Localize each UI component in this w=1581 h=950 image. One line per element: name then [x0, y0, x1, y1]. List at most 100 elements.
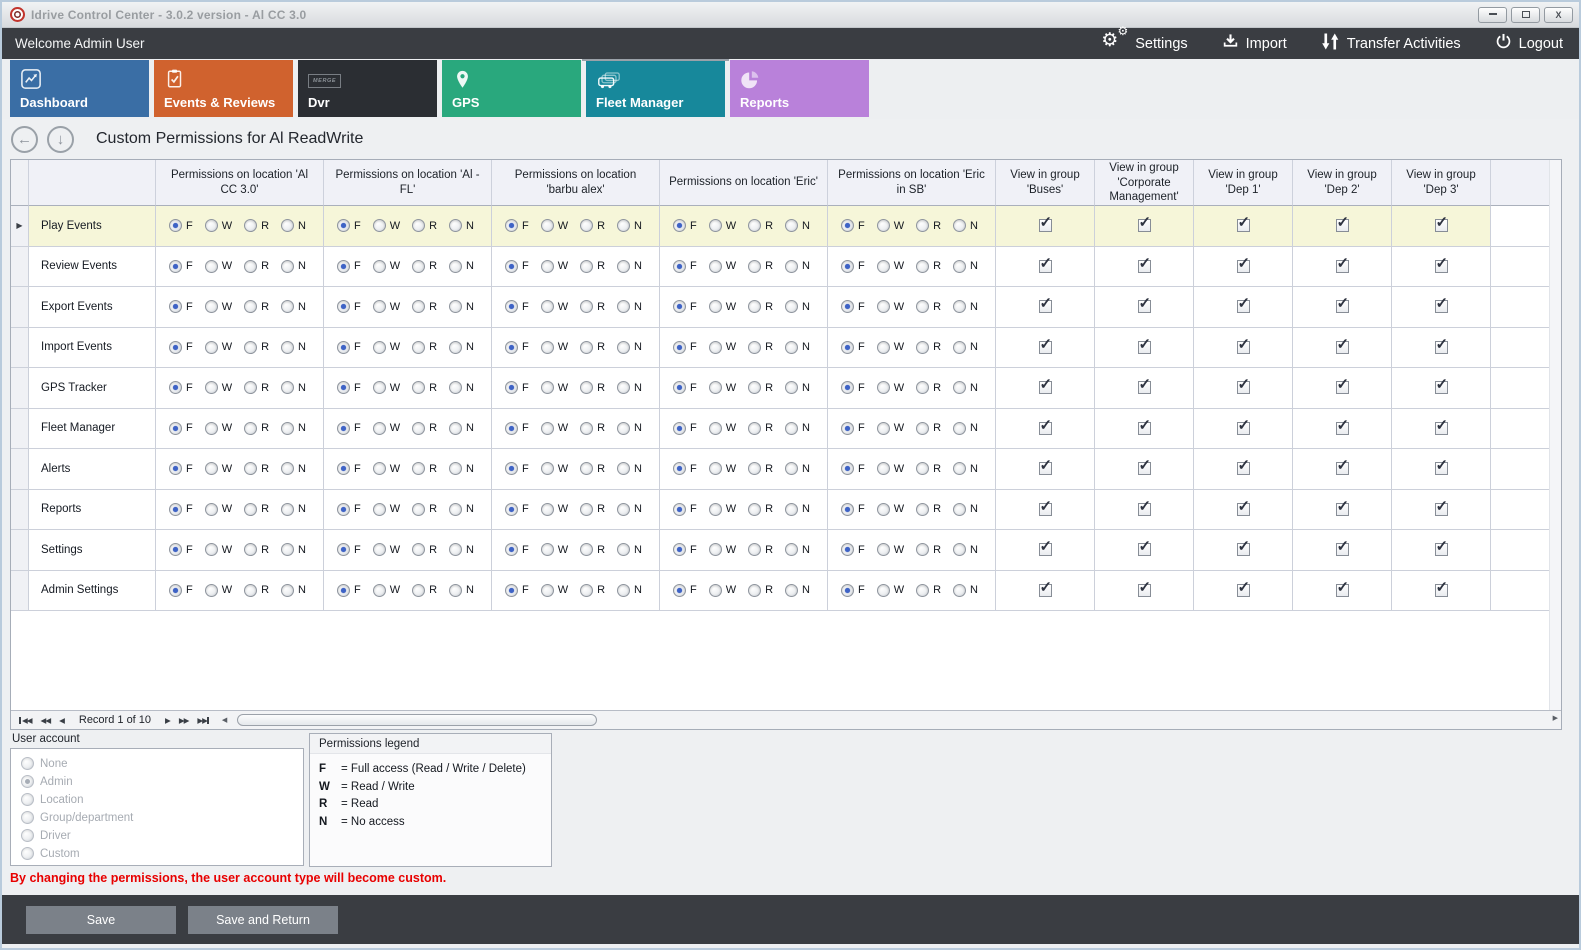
radio-w[interactable]: [373, 341, 386, 354]
radio-option-r[interactable]: R: [916, 422, 941, 435]
radio-option-r[interactable]: R: [748, 260, 773, 273]
checkbox-checked[interactable]: [1336, 300, 1349, 313]
radio-n[interactable]: [785, 422, 798, 435]
checkbox-checked[interactable]: [1237, 422, 1250, 435]
checkbox-checked[interactable]: [1039, 462, 1052, 475]
radio-option-w[interactable]: W: [373, 462, 400, 475]
checkbox-checked[interactable]: [1435, 219, 1448, 232]
radio-unselected[interactable]: [21, 757, 34, 770]
radio-option-r[interactable]: R: [580, 584, 605, 597]
radio-f-selected[interactable]: [169, 300, 182, 313]
radio-w[interactable]: [373, 381, 386, 394]
radio-option-w[interactable]: W: [709, 503, 736, 516]
radio-option-w[interactable]: W: [205, 543, 232, 556]
radio-f-selected[interactable]: [841, 381, 854, 394]
radio-n[interactable]: [785, 462, 798, 475]
checkbox-checked[interactable]: [1336, 462, 1349, 475]
radio-r[interactable]: [580, 422, 593, 435]
radio-option-n[interactable]: N: [785, 462, 810, 475]
radio-option-r[interactable]: R: [244, 584, 269, 597]
radio-n[interactable]: [449, 543, 462, 556]
table-row[interactable]: ReportsFWRNFWRNFWRNFWRNFWRN: [11, 490, 1561, 531]
radio-f-selected[interactable]: [505, 219, 518, 232]
radio-r[interactable]: [412, 584, 425, 597]
radio-f-selected[interactable]: [337, 219, 350, 232]
radio-f-selected[interactable]: [673, 260, 686, 273]
radio-w[interactable]: [877, 260, 890, 273]
radio-f-selected[interactable]: [337, 300, 350, 313]
radio-f-selected[interactable]: [337, 503, 350, 516]
radio-w[interactable]: [205, 260, 218, 273]
user-account-option-admin[interactable]: Admin: [21, 775, 303, 788]
checkbox-checked[interactable]: [1237, 219, 1250, 232]
radio-option-n[interactable]: N: [449, 543, 474, 556]
radio-option-w[interactable]: W: [205, 503, 232, 516]
checkbox-checked[interactable]: [1435, 300, 1448, 313]
radio-f-selected[interactable]: [841, 503, 854, 516]
radio-option-r[interactable]: R: [580, 341, 605, 354]
radio-option-w[interactable]: W: [709, 462, 736, 475]
radio-option-r[interactable]: R: [748, 422, 773, 435]
checkbox-checked[interactable]: [1336, 260, 1349, 273]
radio-n[interactable]: [785, 543, 798, 556]
radio-option-w[interactable]: W: [541, 462, 568, 475]
radio-w[interactable]: [541, 543, 554, 556]
radio-option-f[interactable]: F: [505, 341, 529, 354]
radio-option-f[interactable]: F: [337, 503, 361, 516]
radio-n[interactable]: [449, 219, 462, 232]
radio-option-n[interactable]: N: [449, 503, 474, 516]
radio-option-r[interactable]: R: [748, 300, 773, 313]
radio-r[interactable]: [748, 260, 761, 273]
radio-r[interactable]: [412, 300, 425, 313]
radio-f-selected[interactable]: [673, 381, 686, 394]
radio-option-n[interactable]: N: [953, 584, 978, 597]
radio-option-n[interactable]: N: [953, 462, 978, 475]
radio-option-w[interactable]: W: [541, 543, 568, 556]
checkbox-checked[interactable]: [1336, 422, 1349, 435]
radio-option-f[interactable]: F: [841, 462, 865, 475]
radio-option-r[interactable]: R: [580, 300, 605, 313]
radio-r[interactable]: [580, 260, 593, 273]
radio-w[interactable]: [373, 462, 386, 475]
save-and-return-button[interactable]: Save and Return: [188, 906, 338, 934]
checkbox-checked[interactable]: [1138, 543, 1151, 556]
radio-option-f[interactable]: F: [841, 422, 865, 435]
radio-option-f[interactable]: F: [673, 584, 697, 597]
radio-n[interactable]: [953, 219, 966, 232]
checkbox-checked[interactable]: [1237, 584, 1250, 597]
checkbox-checked[interactable]: [1237, 503, 1250, 516]
radio-r[interactable]: [748, 381, 761, 394]
radio-f-selected[interactable]: [337, 422, 350, 435]
checkbox-checked[interactable]: [1039, 381, 1052, 394]
tab-dvr[interactable]: MERGEDvr: [298, 60, 437, 117]
radio-selected[interactable]: [21, 775, 34, 788]
radio-option-r[interactable]: R: [412, 543, 437, 556]
radio-option-n[interactable]: N: [785, 381, 810, 394]
radio-option-f[interactable]: F: [505, 543, 529, 556]
radio-option-r[interactable]: R: [580, 543, 605, 556]
radio-r[interactable]: [916, 503, 929, 516]
checkbox-checked[interactable]: [1138, 219, 1151, 232]
radio-f-selected[interactable]: [841, 543, 854, 556]
radio-f-selected[interactable]: [337, 462, 350, 475]
radio-f-selected[interactable]: [505, 584, 518, 597]
radio-option-f[interactable]: F: [169, 503, 193, 516]
radio-n[interactable]: [449, 341, 462, 354]
radio-option-f[interactable]: F: [841, 381, 865, 394]
radio-option-n[interactable]: N: [617, 462, 642, 475]
radio-option-n[interactable]: N: [953, 503, 978, 516]
radio-option-r[interactable]: R: [412, 381, 437, 394]
radio-option-w[interactable]: W: [709, 300, 736, 313]
radio-option-f[interactable]: F: [673, 341, 697, 354]
radio-option-w[interactable]: W: [373, 341, 400, 354]
radio-option-r[interactable]: R: [244, 219, 269, 232]
radio-n[interactable]: [281, 300, 294, 313]
radio-option-w[interactable]: W: [373, 260, 400, 273]
radio-n[interactable]: [953, 341, 966, 354]
radio-f-selected[interactable]: [673, 584, 686, 597]
table-row[interactable]: GPS TrackerFWRNFWRNFWRNFWRNFWRN: [11, 368, 1561, 409]
radio-option-w[interactable]: W: [373, 381, 400, 394]
radio-r[interactable]: [748, 543, 761, 556]
radio-n[interactable]: [785, 381, 798, 394]
radio-option-w[interactable]: W: [877, 381, 904, 394]
